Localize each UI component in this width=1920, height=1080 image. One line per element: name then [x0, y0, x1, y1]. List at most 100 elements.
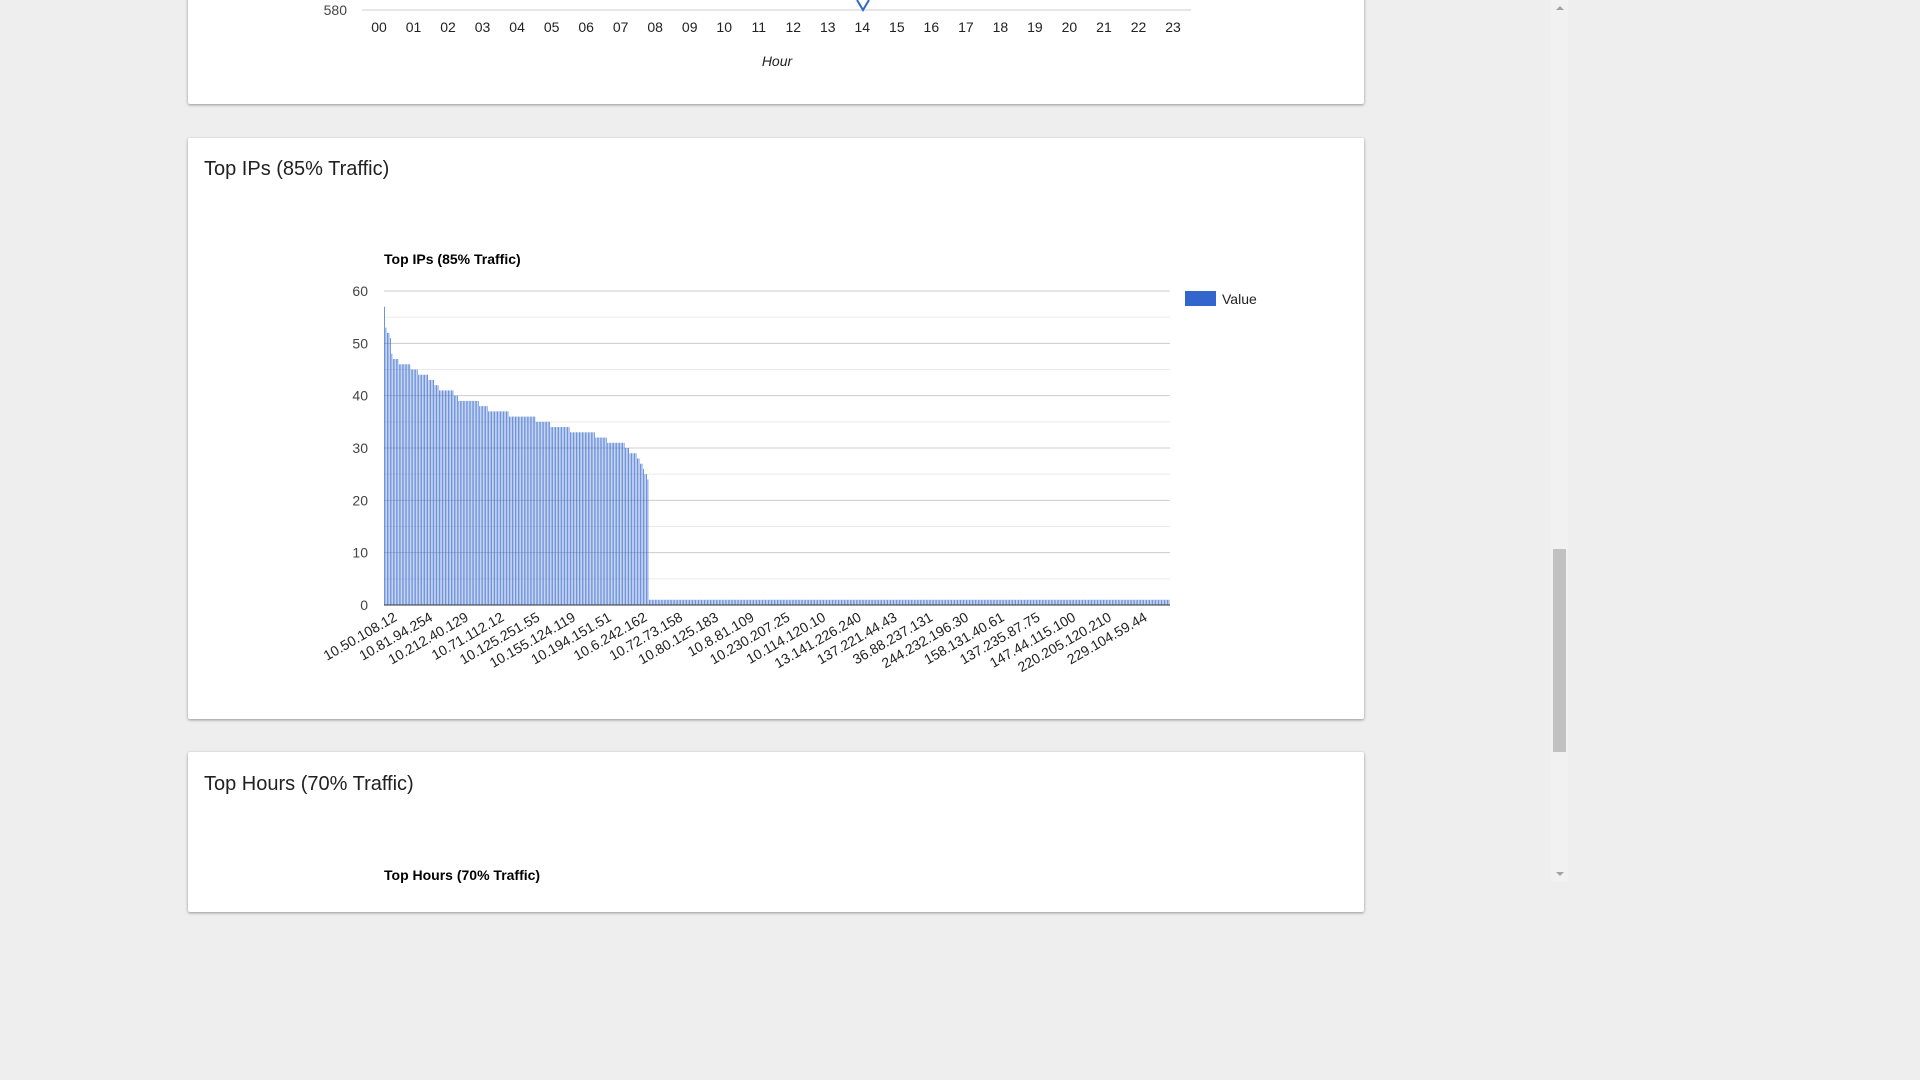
bar[interactable]: [656, 599, 658, 605]
bar[interactable]: [1031, 599, 1033, 605]
bar[interactable]: [1129, 599, 1131, 605]
bar[interactable]: [573, 432, 574, 605]
bar[interactable]: [1062, 599, 1064, 605]
bar[interactable]: [576, 432, 577, 605]
bar[interactable]: [662, 599, 664, 605]
bar[interactable]: [1015, 599, 1017, 605]
bar[interactable]: [450, 390, 452, 605]
bar[interactable]: [1152, 599, 1153, 605]
bar[interactable]: [912, 599, 914, 605]
bar[interactable]: [750, 599, 752, 605]
bar[interactable]: [653, 599, 655, 605]
bar[interactable]: [1076, 599, 1078, 605]
bar[interactable]: [503, 411, 504, 605]
bar[interactable]: [744, 599, 746, 605]
bar[interactable]: [765, 599, 766, 605]
bar[interactable]: [637, 458, 638, 605]
bar[interactable]: [899, 599, 900, 605]
bar[interactable]: [879, 599, 881, 605]
bar[interactable]: [598, 437, 600, 605]
bar[interactable]: [659, 599, 661, 605]
bar[interactable]: [1091, 599, 1092, 605]
bar[interactable]: [625, 448, 626, 605]
bar[interactable]: [739, 599, 741, 605]
bar[interactable]: [671, 599, 673, 605]
bar[interactable]: [1131, 599, 1133, 605]
bar[interactable]: [964, 599, 966, 605]
bar[interactable]: [617, 442, 619, 605]
bar[interactable]: [998, 599, 1000, 605]
bar[interactable]: [913, 599, 915, 605]
bar[interactable]: [1052, 599, 1054, 605]
bar[interactable]: [790, 599, 792, 605]
bar[interactable]: [821, 599, 823, 605]
bar[interactable]: [549, 421, 551, 605]
bar[interactable]: [474, 400, 476, 605]
bar[interactable]: [937, 599, 939, 605]
bar[interactable]: [604, 437, 606, 605]
bar[interactable]: [1068, 599, 1070, 605]
bar[interactable]: [449, 390, 451, 605]
bar[interactable]: [1089, 599, 1091, 605]
bar[interactable]: [985, 599, 987, 605]
bar[interactable]: [894, 599, 896, 605]
bar[interactable]: [485, 406, 487, 605]
bar[interactable]: [762, 599, 763, 605]
bar[interactable]: [580, 432, 582, 605]
bar[interactable]: [921, 599, 923, 605]
bar[interactable]: [605, 437, 607, 605]
bar[interactable]: [714, 599, 716, 605]
bar[interactable]: [839, 599, 841, 605]
bar[interactable]: [1082, 599, 1083, 605]
bar[interactable]: [607, 442, 609, 605]
bar[interactable]: [480, 406, 482, 605]
bar[interactable]: [535, 421, 537, 605]
bar[interactable]: [994, 599, 996, 605]
bar[interactable]: [453, 395, 455, 605]
bar[interactable]: [1147, 599, 1149, 605]
bar[interactable]: [586, 432, 588, 605]
bar[interactable]: [430, 379, 431, 605]
bar[interactable]: [488, 411, 490, 605]
bar[interactable]: [657, 599, 659, 605]
bar[interactable]: [1116, 599, 1118, 605]
bar[interactable]: [476, 400, 478, 605]
bar[interactable]: [1067, 599, 1069, 605]
bar[interactable]: [814, 599, 816, 605]
bar[interactable]: [906, 599, 908, 605]
bar[interactable]: [497, 411, 498, 605]
bar[interactable]: [1153, 599, 1155, 605]
bar[interactable]: [674, 599, 676, 605]
bar[interactable]: [925, 599, 927, 605]
bar[interactable]: [832, 599, 833, 605]
bar[interactable]: [1122, 599, 1124, 605]
bar[interactable]: [534, 416, 536, 605]
bar[interactable]: [1137, 599, 1139, 605]
bar[interactable]: [726, 599, 728, 605]
bar[interactable]: [851, 599, 853, 605]
scroll-up-arrow-icon[interactable]: [1551, 0, 1568, 17]
bar[interactable]: [1000, 599, 1002, 605]
bar[interactable]: [495, 411, 497, 605]
bar[interactable]: [805, 599, 807, 605]
bar[interactable]: [587, 432, 589, 605]
bar[interactable]: [1143, 599, 1145, 605]
bar[interactable]: [843, 599, 845, 605]
bar[interactable]: [745, 599, 747, 605]
bar[interactable]: [491, 411, 493, 605]
bar[interactable]: [785, 599, 787, 605]
bar[interactable]: [954, 599, 955, 605]
bar[interactable]: [1037, 599, 1039, 605]
bar[interactable]: [992, 599, 994, 605]
bar[interactable]: [526, 416, 528, 605]
bar[interactable]: [958, 599, 960, 605]
bar[interactable]: [705, 599, 707, 605]
bar[interactable]: [601, 437, 603, 605]
bar[interactable]: [936, 599, 938, 605]
bar[interactable]: [735, 599, 737, 605]
bar[interactable]: [973, 599, 975, 605]
bar[interactable]: [1021, 599, 1022, 605]
bar[interactable]: [1074, 599, 1076, 605]
bar[interactable]: [754, 599, 756, 605]
bar[interactable]: [826, 599, 827, 605]
